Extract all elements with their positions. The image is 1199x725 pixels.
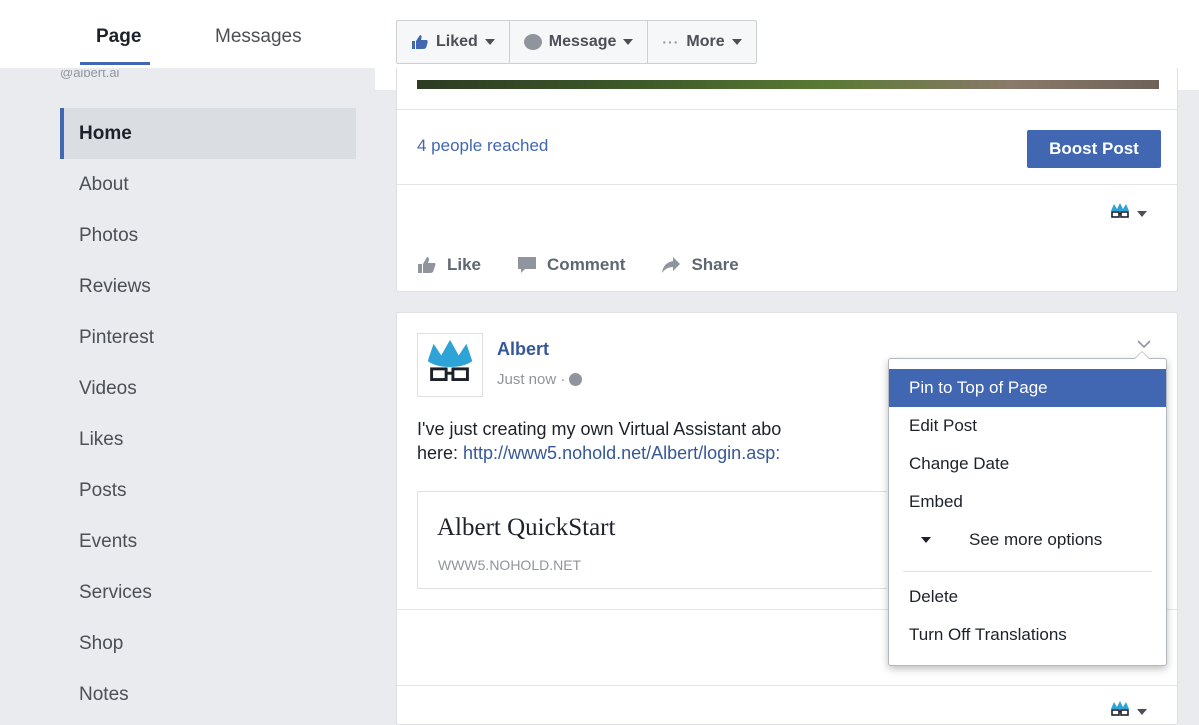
tab-messages[interactable]: Messages <box>215 26 302 48</box>
menu-item-pin-to-top[interactable]: Pin to Top of Page <box>889 369 1166 407</box>
post-text-prefix: here: <box>417 443 464 463</box>
menu-item-delete[interactable]: Delete <box>889 578 1166 616</box>
post-options-chevron-icon[interactable] <box>1137 337 1151 351</box>
comment-label: Comment <box>547 255 626 274</box>
globe-icon <box>569 373 583 386</box>
sidebar-item-pinterest[interactable]: Pinterest <box>60 312 356 363</box>
link-preview-domain: WWW5.NOHOLD.NET <box>438 557 582 573</box>
more-dots-icon: ··· <box>662 34 680 50</box>
menu-item-see-more-options[interactable]: See more options <box>889 521 1166 559</box>
post-timestamp[interactable]: Just now · <box>497 371 583 388</box>
post-time-label: Just now · <box>497 371 566 388</box>
menu-item-edit-post[interactable]: Edit Post <box>889 407 1166 445</box>
chevron-down-icon[interactable] <box>1137 211 1147 217</box>
page-handle: @albert.ai <box>60 70 120 80</box>
like-label: Like <box>447 255 482 274</box>
chevron-down-icon <box>731 39 742 45</box>
link-preview-card[interactable]: Albert QuickStart WWW5.NOHOLD.NET <box>417 491 887 589</box>
post-author-name[interactable]: Albert <box>497 339 549 360</box>
reach-row: 4 people reached Boost Post <box>397 109 1177 185</box>
post-options-menu: Pin to Top of Page Edit Post Change Date… <box>888 351 1167 666</box>
more-button[interactable]: ··· More <box>648 21 755 63</box>
sidebar-item-posts[interactable]: Posts <box>60 465 356 516</box>
menu-divider <box>903 571 1152 572</box>
post-url-link[interactable]: http://www5.nohold.net/Albert/login.asp: <box>463 443 780 463</box>
share-icon <box>662 257 681 273</box>
chevron-down-icon <box>484 39 495 45</box>
like-icon <box>418 257 436 273</box>
boost-post-button[interactable]: Boost Post <box>1027 130 1161 168</box>
post-text-line1: I've just creating my own Virtual Assist… <box>417 419 782 439</box>
post-card-photo-top <box>396 68 1178 90</box>
sidebar-item-videos[interactable]: Videos <box>60 363 356 414</box>
share-button[interactable]: Share <box>661 255 739 275</box>
sidebar-item-about[interactable]: About <box>60 159 356 210</box>
menu-item-embed[interactable]: Embed <box>889 483 1166 521</box>
like-button[interactable]: Like <box>417 255 481 275</box>
share-label: Share <box>691 255 739 274</box>
page-actions-toolbar: Liked Message ··· More <box>396 20 757 64</box>
menu-item-turn-off-translations[interactable]: Turn Off Translations <box>889 616 1166 654</box>
triangle-down-icon <box>921 537 931 543</box>
liked-button[interactable]: Liked <box>397 21 510 63</box>
sidebar-item-services[interactable]: Services <box>60 567 356 618</box>
sidebar-item-likes[interactable]: Likes <box>60 414 356 465</box>
albert-avatar[interactable] <box>417 333 483 397</box>
see-more-label: See more options <box>969 530 1103 549</box>
sidebar-item-photos[interactable]: Photos <box>60 210 356 261</box>
thumbs-up-icon <box>412 35 428 49</box>
people-reached-link[interactable]: 4 people reached <box>417 136 548 156</box>
messenger-icon <box>523 34 542 50</box>
chevron-down-icon <box>623 39 634 45</box>
post-actions: Like Comment Share <box>417 255 775 275</box>
post-photo-edge <box>417 80 1159 89</box>
sidebar-item-shop[interactable]: Shop <box>60 618 356 669</box>
left-column: Page Messages @albert.ai Home About Phot… <box>0 0 375 725</box>
chevron-down-icon[interactable] <box>1137 709 1147 715</box>
sidebar-item-reviews[interactable]: Reviews <box>60 261 356 312</box>
page-avatar-icon[interactable] <box>1109 701 1131 719</box>
sidebar-nav: Home About Photos Reviews Pinterest Vide… <box>60 108 356 720</box>
sidebar-item-events[interactable]: Events <box>60 516 356 567</box>
sidebar-item-notes[interactable]: Notes <box>60 669 356 720</box>
message-button[interactable]: Message <box>510 21 649 63</box>
comment-button[interactable]: Comment <box>517 255 625 275</box>
post-card-previous: 4 people reached Boost Post Like Comment… <box>396 68 1178 292</box>
more-label: More <box>686 33 725 50</box>
tab-page[interactable]: Page <box>96 26 141 48</box>
menu-item-change-date[interactable]: Change Date <box>889 445 1166 483</box>
liked-label: Liked <box>436 33 478 50</box>
comment-icon <box>518 257 537 273</box>
page-avatar-icon[interactable] <box>1109 203 1131 221</box>
link-preview-title: Albert QuickStart <box>437 514 616 541</box>
post-text-line2: here: http://www5.nohold.net/Albert/logi… <box>417 441 887 465</box>
post-body-text: I've just creating my own Virtual Assist… <box>417 417 887 465</box>
sidebar-item-home[interactable]: Home <box>60 108 356 159</box>
page-tabs: Page Messages <box>0 0 375 68</box>
divider <box>397 685 1177 686</box>
message-label: Message <box>548 33 617 50</box>
active-tab-indicator <box>80 62 150 65</box>
